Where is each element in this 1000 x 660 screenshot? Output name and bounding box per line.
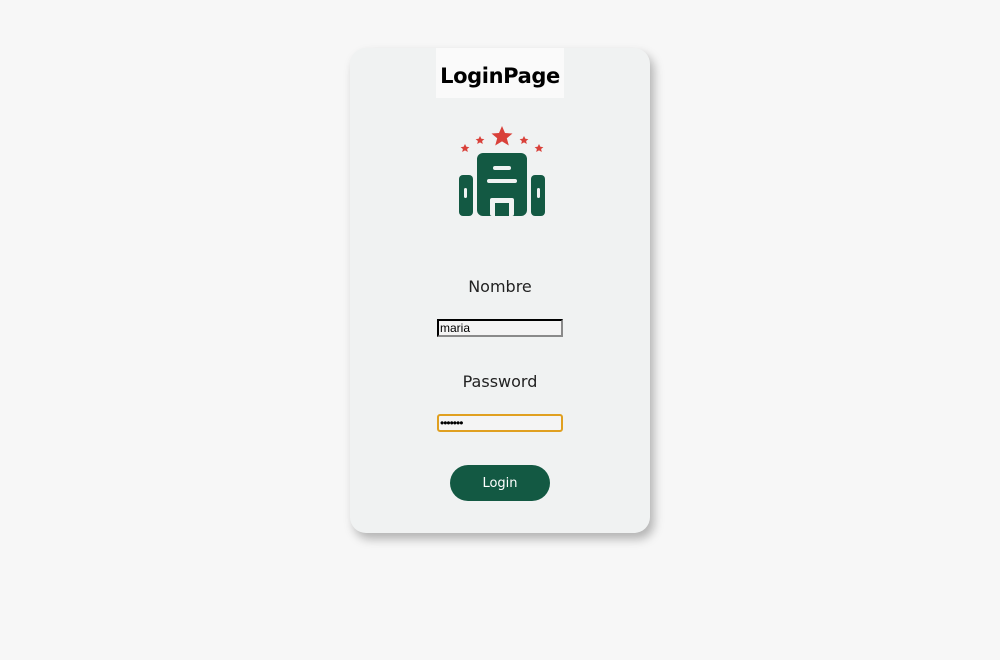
nombre-input[interactable] [437, 319, 563, 337]
star-left-outer-icon [460, 144, 470, 152]
star-left-inner-icon [475, 136, 485, 144]
password-label: Password [462, 372, 538, 391]
password-input[interactable] [437, 414, 563, 432]
star-center-icon [491, 126, 513, 146]
stars-group [460, 126, 544, 152]
star-right-inner-icon [519, 136, 529, 144]
login-button[interactable]: Login [450, 465, 550, 501]
nombre-label: Nombre [468, 277, 532, 296]
star-right-outer-icon [534, 144, 544, 152]
hotel-building-icon [459, 126, 545, 216]
page-title-container: LoginPage [436, 48, 564, 98]
login-card: LoginPage Nombre Password Login [350, 48, 650, 533]
page-title: LoginPage [440, 64, 560, 88]
